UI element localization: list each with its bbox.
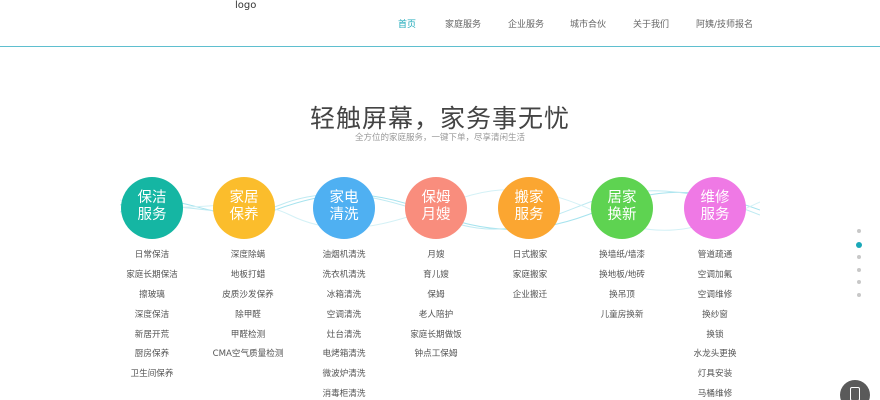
service-line2: 清洗 [329, 207, 359, 223]
service-item[interactable]: 地板打蜡 [193, 266, 303, 286]
service-line1: 家电 [329, 190, 359, 206]
service-item[interactable]: 换纱窗 [660, 306, 770, 326]
service-item[interactable]: 马桶维修 [660, 385, 770, 400]
pagination-dot[interactable] [856, 241, 862, 248]
service-line1: 保洁 [137, 190, 167, 206]
nav-city-partner[interactable]: 城市合伙 [570, 17, 606, 30]
service-item[interactable]: 空调加氟 [660, 266, 770, 286]
service-list-home-care: 深度除螨 地板打蜡 皮质沙发保养 除甲醛 甲醛检测 CMA空气质量检测 [193, 246, 303, 365]
service-item[interactable]: 厨房保养 [97, 345, 207, 365]
nav-enterprise-services[interactable]: 企业服务 [508, 17, 544, 30]
service-item[interactable]: 擦玻璃 [97, 286, 207, 306]
hero-title: 轻触屏幕，家务事无忧 [309, 104, 570, 133]
hero-subtitle: 全方位的家庭服务，一键下单，尽享清闲生活 [354, 133, 525, 143]
service-appliance-cleaning-circle[interactable]: 家电 清洗 [313, 177, 375, 239]
service-item[interactable]: 灯具安装 [660, 365, 770, 385]
service-list-cleaning: 日常保洁 家庭长期保洁 擦玻璃 深度保洁 新居开荒 厨房保养 卫生间保养 [97, 246, 207, 385]
phone-icon [850, 387, 860, 400]
nav-home[interactable]: 首页 [398, 17, 416, 30]
service-line2: 服务 [137, 207, 167, 223]
service-line2: 换新 [607, 207, 637, 223]
service-moving-circle[interactable]: 搬家 服务 [498, 177, 560, 239]
logo[interactable]: logo [235, 0, 256, 11]
pagination-dot[interactable] [857, 280, 861, 284]
service-nanny-circle[interactable]: 保姆 月嫂 [405, 177, 467, 239]
service-item[interactable]: 深度除螨 [193, 246, 303, 266]
service-cleaning-circle[interactable]: 保洁 服务 [121, 177, 183, 239]
service-line1: 搬家 [514, 190, 544, 206]
service-item[interactable]: 换锁 [660, 326, 770, 346]
service-item[interactable]: 消毒柜清洗 [289, 385, 399, 400]
service-line2: 服务 [514, 207, 544, 223]
service-item[interactable]: CMA空气质量检测 [193, 345, 303, 365]
service-item[interactable]: 空调维修 [660, 286, 770, 306]
service-line1: 维修 [700, 190, 730, 206]
service-line1: 家居 [229, 190, 259, 206]
service-home-care-circle[interactable]: 家居 保养 [213, 177, 275, 239]
header: logo 首页 家庭服务 企业服务 城市合伙 关于我们 阿姨/技师报名 [0, 0, 880, 47]
service-item[interactable]: 家庭长期做饭 [381, 326, 491, 346]
service-item[interactable]: 卫生间保养 [97, 365, 207, 385]
service-list-repair: 管道疏通 空调加氟 空调维修 换纱窗 换锁 水龙头更换 灯具安装 马桶维修 [660, 246, 770, 400]
pagination-dot[interactable] [857, 255, 861, 259]
service-item[interactable]: 深度保洁 [97, 306, 207, 326]
service-item[interactable]: 微波炉清洗 [289, 365, 399, 385]
pagination-dot[interactable] [857, 267, 861, 272]
service-line1: 居家 [607, 190, 637, 206]
nav-family-services[interactable]: 家庭服务 [445, 17, 481, 30]
service-item[interactable]: 除甲醛 [193, 306, 303, 326]
nav-about-us[interactable]: 关于我们 [633, 17, 669, 30]
service-renovation-circle[interactable]: 居家 换新 [591, 177, 653, 239]
service-line2: 保养 [229, 207, 259, 223]
service-item[interactable]: 钟点工保姆 [381, 345, 491, 365]
service-line2: 月嫂 [421, 207, 451, 223]
floating-contact-button[interactable] [840, 380, 870, 400]
service-item[interactable]: 管道疏通 [660, 246, 770, 266]
pagination-dot[interactable] [857, 292, 861, 297]
service-line2: 服务 [700, 207, 730, 223]
service-item[interactable]: 皮质沙发保养 [193, 286, 303, 306]
service-item[interactable]: 新居开荒 [97, 326, 207, 346]
service-item[interactable]: 甲醛检测 [193, 326, 303, 346]
service-line1: 保姆 [421, 190, 451, 206]
nav-worker-signup[interactable]: 阿姨/技师报名 [696, 17, 753, 30]
service-item[interactable]: 家庭长期保洁 [97, 266, 207, 286]
service-item[interactable]: 日常保洁 [97, 246, 207, 266]
service-repair-circle[interactable]: 维修 服务 [684, 177, 746, 239]
main-nav: 首页 家庭服务 企业服务 城市合伙 关于我们 阿姨/技师报名 [0, 17, 880, 31]
service-item[interactable]: 水龙头更换 [660, 345, 770, 365]
pagination-dot[interactable] [857, 229, 861, 233]
side-pagination [856, 229, 862, 305]
service-item[interactable]: 老人陪护 [381, 306, 491, 326]
